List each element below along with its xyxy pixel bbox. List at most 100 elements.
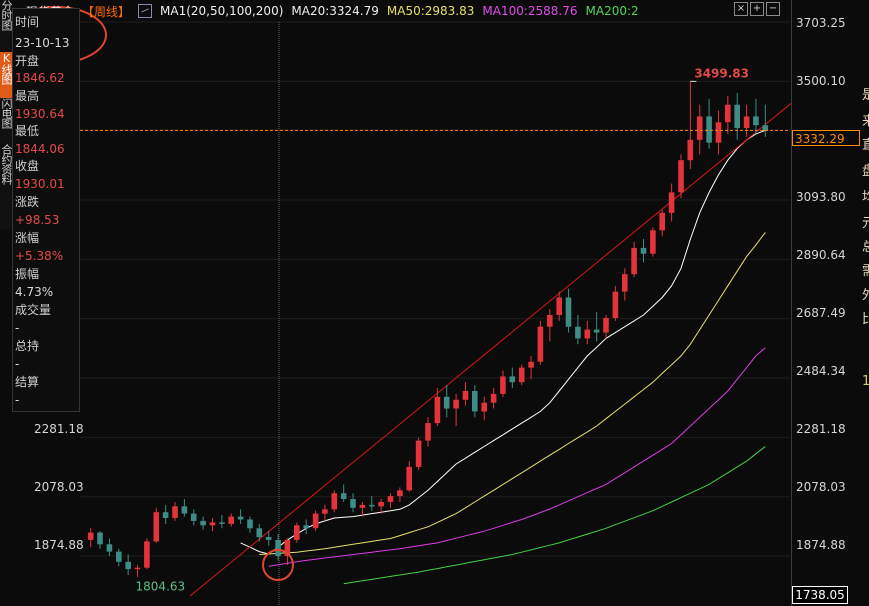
price-axis bbox=[791, 0, 869, 606]
amplitude-label: 振幅 bbox=[15, 267, 40, 281]
sidebar: 分时图 K线图 闪电图 合约资料 bbox=[0, 0, 13, 230]
side-char: 是 bbox=[862, 88, 869, 103]
info-panel: 时间 23-10-13 开盘 1846.62 最高 1930.64 最低 184… bbox=[12, 8, 80, 412]
candle-body bbox=[659, 212, 665, 231]
change-value: +98.53 bbox=[15, 213, 60, 227]
candle-body bbox=[106, 544, 113, 552]
axis-tick: 2078.03 bbox=[796, 480, 846, 494]
candle-body bbox=[125, 561, 131, 570]
side-char: 来 bbox=[862, 114, 869, 129]
ma100-value: MA100:2588.76 bbox=[482, 4, 578, 18]
axis-tick: 3093.80 bbox=[796, 190, 846, 204]
volume-label: 成交量 bbox=[15, 303, 52, 317]
volume-value: - bbox=[15, 321, 20, 335]
side-char: 总 bbox=[862, 240, 869, 255]
candle-body bbox=[622, 274, 628, 292]
candle-body bbox=[472, 391, 478, 412]
ma-params[interactable]: MA1(20,50,100,200) bbox=[160, 4, 283, 18]
candle-body bbox=[565, 297, 572, 327]
left-axis-tick: 2281.18 bbox=[34, 422, 84, 436]
candle-body bbox=[631, 247, 637, 275]
candle-body bbox=[378, 502, 384, 507]
amplitude-value: 4.73% bbox=[15, 285, 54, 299]
candle-body bbox=[369, 504, 375, 507]
candle-body bbox=[181, 506, 188, 514]
tab-kline[interactable]: K线图 bbox=[0, 52, 13, 98]
candle-body bbox=[134, 567, 141, 570]
candle-body bbox=[200, 520, 206, 526]
ma50-value: MA50:2983.83 bbox=[386, 4, 475, 18]
candle-body bbox=[228, 516, 234, 524]
candle-body bbox=[593, 329, 600, 333]
candle-body bbox=[415, 440, 422, 467]
chart-settings-icon[interactable] bbox=[138, 4, 153, 18]
candle-body bbox=[678, 160, 684, 193]
candle-body bbox=[406, 466, 412, 491]
kline-plot[interactable]: 3499.83 1804.63 bbox=[0, 0, 869, 606]
candle-body bbox=[500, 376, 506, 394]
settle-value: - bbox=[15, 393, 20, 407]
side-char: 比 bbox=[862, 312, 869, 327]
candle-body bbox=[209, 522, 216, 526]
kline-chart[interactable]: 3499.83 1804.63 分时图 K线图 闪电图 合约资料 现货黄金 【周线… bbox=[0, 0, 869, 606]
candle-body bbox=[453, 399, 459, 409]
candle-body bbox=[753, 116, 759, 126]
candle-body bbox=[350, 499, 356, 508]
close-value: 1930.01 bbox=[15, 177, 65, 191]
candle-body bbox=[303, 525, 309, 529]
minus-icon[interactable]: − bbox=[766, 2, 780, 16]
candle-body bbox=[696, 116, 703, 140]
candle-body bbox=[725, 104, 731, 123]
candle-body bbox=[190, 513, 197, 521]
candle-body bbox=[87, 532, 94, 540]
candle-body bbox=[322, 509, 328, 514]
tab-intraday[interactable]: 分时图 bbox=[0, 0, 13, 52]
candle-body bbox=[172, 506, 178, 518]
axis-tick: 3703.25 bbox=[796, 16, 846, 30]
candle-body bbox=[443, 396, 450, 409]
time-value: 23-10-13 bbox=[15, 36, 70, 50]
candle-body bbox=[650, 230, 656, 254]
period-selector[interactable]: 【周线】 bbox=[82, 3, 130, 20]
candle-body bbox=[706, 116, 712, 143]
candle-body bbox=[247, 519, 253, 529]
candle-body bbox=[715, 122, 722, 143]
candle-body bbox=[743, 116, 750, 129]
change-label: 涨跌 bbox=[15, 195, 40, 209]
candle-body bbox=[237, 516, 244, 520]
close-icon[interactable]: × bbox=[734, 2, 748, 16]
candle-body bbox=[153, 512, 160, 542]
side-char: 直 bbox=[862, 138, 869, 153]
side-char: 盘 bbox=[862, 164, 869, 179]
candle-body bbox=[575, 326, 581, 339]
candle-body bbox=[425, 423, 431, 441]
side-char: 1 bbox=[862, 374, 869, 389]
side-char: 均 bbox=[862, 190, 869, 205]
candle-body bbox=[434, 396, 441, 424]
candle-body bbox=[340, 493, 347, 499]
open-interest-value: - bbox=[15, 357, 20, 371]
candle-body bbox=[584, 329, 591, 339]
low-value: 1844.06 bbox=[15, 142, 65, 156]
candle-body bbox=[275, 539, 281, 556]
left-axis-tick: 1874.88 bbox=[34, 538, 84, 552]
plus-icon[interactable]: + bbox=[750, 2, 764, 16]
candle-body bbox=[116, 551, 122, 562]
axis-tick: 2281.18 bbox=[796, 422, 846, 436]
ma200-value: MA200:2 bbox=[585, 4, 639, 18]
low-label: 最低 bbox=[15, 124, 40, 138]
candle-body bbox=[359, 504, 366, 508]
candle-body bbox=[481, 402, 487, 412]
side-char: 元 bbox=[862, 216, 869, 231]
tab-flash[interactable]: 闪电图 bbox=[0, 98, 13, 144]
candle-body bbox=[603, 318, 609, 333]
candle-body bbox=[294, 525, 300, 540]
trend-line bbox=[189, 101, 794, 597]
candle-body bbox=[397, 490, 403, 497]
candle-body bbox=[547, 315, 553, 327]
tab-contract-info[interactable]: 合约资料 bbox=[0, 144, 13, 230]
candle-body bbox=[668, 192, 675, 213]
candle-body bbox=[331, 493, 338, 510]
candle-body bbox=[687, 139, 694, 161]
pct-label: 涨幅 bbox=[15, 231, 40, 245]
